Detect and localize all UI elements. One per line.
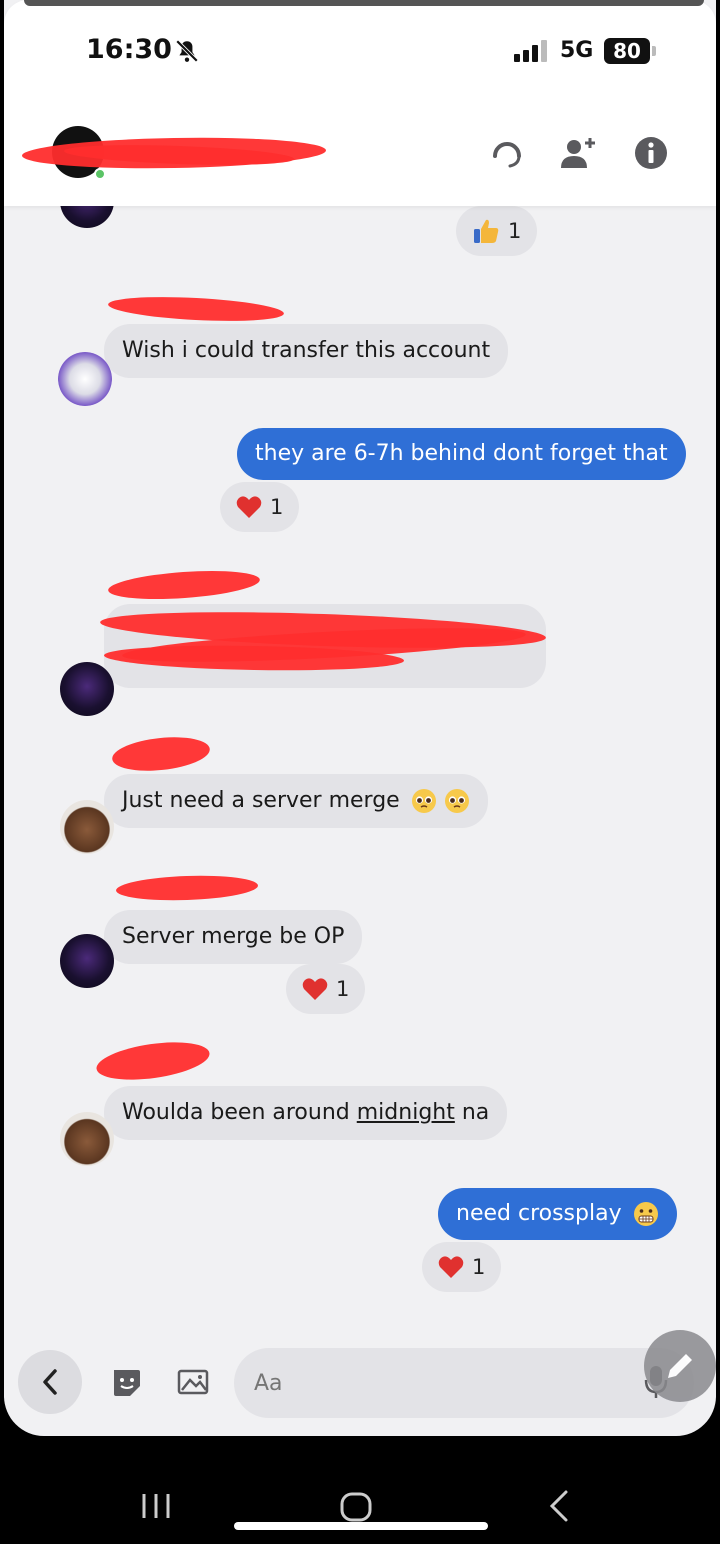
incoming-message[interactable]: Woulda been around midnight na [104,1086,508,1140]
sender-avatar[interactable] [60,1112,114,1166]
battery-tip [652,46,656,56]
sender-avatar[interactable] [60,662,114,716]
message-text: need crossplay [456,1201,622,1226]
sticker-icon[interactable] [110,1366,144,1398]
reaction-count: 1 [508,219,522,243]
redaction-mark [115,873,259,903]
incoming-message[interactable]: Wish i could transfer this account [104,324,509,378]
headset-icon[interactable] [488,134,526,172]
add-person-icon[interactable] [558,134,596,172]
reaction-count: 1 [270,495,284,519]
composer-bar [4,1336,716,1436]
thumbs-up-icon [474,219,499,243]
back-button[interactable] [18,1350,82,1414]
pencil-icon [668,1354,692,1378]
incoming-message[interactable]: Just need a server merge [104,774,488,828]
chat-screen: 16:30 5G 80 1 Wish i could transfer this… [4,0,716,1436]
redaction-mark [107,566,261,604]
info-icon[interactable] [632,134,670,172]
back-nav-icon[interactable] [540,1486,580,1526]
reaction-count: 1 [336,977,350,1001]
recent-apps-icon[interactable] [136,1486,176,1526]
redaction-mark [94,1036,212,1086]
sender-avatar[interactable] [60,800,114,854]
home-icon[interactable] [336,1486,376,1526]
heart-icon [236,496,262,518]
message-text: Woulda been around [122,1100,357,1125]
message-text: Just need a server merge [122,788,400,813]
bell-muted-icon [175,39,199,63]
sender-avatar[interactable] [60,934,114,988]
sender-avatar[interactable] [58,352,112,406]
home-gesture-bar[interactable] [234,1522,488,1530]
outgoing-message[interactable]: they are 6-7h behind dont forget that [237,428,686,480]
phone-frame: 16:30 5G 80 1 Wish i could transfer this… [0,0,720,1544]
status-time: 16:30 [86,34,172,65]
heart-icon [302,978,328,1000]
message-link[interactable]: midnight [357,1100,455,1125]
message-text: na [454,1100,490,1125]
reaction-chip[interactable]: 1 [220,482,300,532]
outgoing-message[interactable]: need crossplay [438,1188,677,1240]
online-indicator [94,168,106,180]
pleading-face-icon [411,789,436,813]
redaction-mark [110,732,212,776]
reaction-chip[interactable]: 1 [286,964,366,1014]
top-edge [24,0,704,6]
grimacing-face-icon [633,1202,658,1226]
chevron-left-icon [43,1369,57,1395]
reaction-chip[interactable]: 1 [422,1242,502,1292]
image-icon[interactable] [176,1366,210,1398]
message-input[interactable] [234,1348,694,1418]
chat-header: 16:30 5G 80 [4,0,716,206]
reaction-chip[interactable]: 1 [456,206,538,256]
battery-level: 80 [604,38,650,64]
compose-button[interactable] [644,1330,716,1402]
signal-icon [514,40,547,62]
heart-icon [438,1256,464,1278]
incoming-message[interactable]: Server merge be OP [104,910,363,964]
message-list[interactable]: 1 Wish i could transfer this account the… [4,174,716,1326]
pleading-face-icon [444,789,469,813]
redaction-mark [107,293,285,325]
network-type: 5G [560,38,594,63]
reaction-count: 1 [472,1255,486,1279]
